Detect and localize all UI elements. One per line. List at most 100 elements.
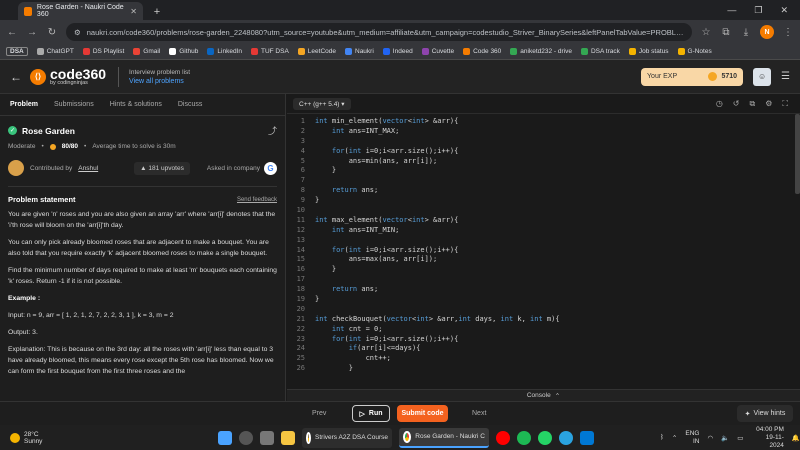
- bookmark-favicon-icon: [36, 48, 44, 55]
- extensions-icon[interactable]: ⧉: [720, 27, 732, 38]
- bookmark-item[interactable]: Gmail: [133, 48, 160, 55]
- youtube-icon[interactable]: [496, 430, 510, 445]
- restore-icon[interactable]: ❐: [754, 5, 762, 16]
- code-line: 3: [287, 137, 800, 147]
- site-info-icon[interactable]: ⚙: [74, 28, 81, 37]
- submit-code-button[interactable]: Submit code: [397, 405, 448, 422]
- forward-icon[interactable]: →: [26, 27, 38, 38]
- prev-button[interactable]: Prev: [312, 410, 326, 417]
- timer-icon[interactable]: ◷: [716, 99, 723, 109]
- windows-start-icon[interactable]: [218, 430, 232, 445]
- back-arrow-icon[interactable]: ←: [10, 70, 30, 84]
- bookmark-favicon-icon: [207, 48, 215, 55]
- weather-widget[interactable]: 28°C Sunny: [0, 431, 42, 445]
- vscode-icon[interactable]: [580, 430, 594, 445]
- console-toggle[interactable]: Console ⌃: [287, 389, 800, 401]
- wifi-icon[interactable]: ◠: [707, 434, 713, 442]
- profile-avatar[interactable]: N: [760, 25, 774, 39]
- bookmark-item[interactable]: Naukri: [345, 48, 374, 55]
- code-area[interactable]: 1 int min_element(vector<int> &arr){2 int…: [287, 114, 800, 374]
- bookmark-item[interactable]: Github: [169, 48, 198, 55]
- tab-submissions[interactable]: Submissions: [54, 101, 94, 108]
- battery-icon[interactable]: ▭: [737, 434, 743, 442]
- statement-paragraph: Find the minimum number of days required…: [8, 267, 277, 285]
- language-select[interactable]: C++ (g++ 5.4) ▾: [293, 97, 351, 110]
- tray-chevron-icon[interactable]: ⌃: [672, 434, 677, 442]
- code-text: int checkBouquet(vector<int> &arr,int da…: [315, 314, 560, 323]
- tab-discuss[interactable]: Discuss: [178, 101, 203, 108]
- bookmark-item[interactable]: Indeed: [382, 48, 413, 55]
- bookmark-label: LeetCode: [307, 48, 336, 55]
- code-text: }: [315, 295, 320, 304]
- language-indicator[interactable]: ENG IN: [685, 430, 699, 446]
- settings-icon[interactable]: ⚙: [765, 99, 772, 109]
- bluetooth-icon[interactable]: ᛒ: [660, 434, 664, 441]
- temperature: 28°C: [24, 430, 39, 438]
- bookmark-item[interactable]: LinkedIn: [207, 48, 242, 55]
- next-button[interactable]: Next: [472, 410, 486, 417]
- line-number: 23: [296, 334, 305, 343]
- whatsapp-icon[interactable]: [538, 430, 552, 445]
- telegram-icon[interactable]: [559, 430, 573, 445]
- task-view-icon[interactable]: [260, 430, 274, 445]
- browser-menu-icon[interactable]: ⋮: [782, 27, 794, 38]
- back-icon[interactable]: ←: [6, 27, 18, 38]
- code360-logo[interactable]: ⟨⟩ code360 by codingninjas: [30, 67, 106, 86]
- bookmark-favicon-icon: [297, 48, 305, 55]
- taskbar-chrome-rose-garden[interactable]: Rose Garden - Naukri C: [399, 427, 489, 448]
- bookmark-item[interactable]: Code 360: [463, 48, 501, 55]
- code-line: 18 return ans;: [287, 285, 800, 295]
- line-number: 22: [296, 324, 305, 333]
- interview-list-label: Interview problem list: [129, 68, 191, 76]
- upvote-button[interactable]: ▲ 181 upvotes: [134, 161, 190, 175]
- search-icon[interactable]: [239, 430, 253, 445]
- bookmark-item[interactable]: Job status: [628, 48, 669, 55]
- bookmark-item[interactable]: DSA: [6, 47, 28, 56]
- taskbar-chrome-striver[interactable]: Strivers A2Z DSA Course: [302, 427, 392, 448]
- fullscreen-icon[interactable]: ⛶: [782, 99, 788, 109]
- bookmark-item[interactable]: Cuvette: [421, 48, 454, 55]
- code-line: 14 for(int i=0;i<arr.size();i++){: [287, 246, 800, 256]
- notification-icon[interactable]: 🔔: [792, 434, 800, 442]
- clock[interactable]: 04:00 PM 19-11-2024: [751, 426, 784, 450]
- close-tab-icon[interactable]: ✕: [130, 7, 137, 16]
- author-link[interactable]: Anshul: [78, 165, 98, 172]
- bookmark-item[interactable]: aniketd232 - drive: [510, 48, 572, 55]
- send-feedback-link[interactable]: Send feedback: [237, 197, 277, 203]
- bookmark-item[interactable]: TUF DSA: [250, 48, 289, 55]
- tab-hints-solutions[interactable]: Hints & solutions: [110, 101, 162, 108]
- browser-tab[interactable]: Rose Garden - Naukri Code 360 ✕: [18, 2, 143, 20]
- editor-toolbar: C++ (g++ 5.4) ▾ ◷ ↺ ⧉ ⚙ ⛶: [287, 94, 800, 114]
- code-line: 9}: [287, 196, 800, 206]
- run-button[interactable]: ▷ Run: [352, 405, 390, 422]
- volume-icon[interactable]: 🔈: [721, 434, 729, 442]
- view-all-problems-link[interactable]: View all problems: [129, 77, 190, 86]
- bookmark-star-icon[interactable]: ☆: [700, 27, 712, 38]
- tab-problem[interactable]: Problem: [10, 101, 38, 108]
- reload-icon[interactable]: ↻: [46, 27, 58, 38]
- view-hints-button[interactable]: ✦ View hints: [737, 405, 793, 422]
- share-icon[interactable]: ⤴: [268, 124, 277, 137]
- hamburger-menu-icon[interactable]: ☰: [781, 71, 790, 82]
- download-icon[interactable]: ⤓: [740, 27, 752, 38]
- minimize-icon[interactable]: —: [727, 5, 736, 15]
- google-logo-icon[interactable]: G: [264, 161, 277, 175]
- copy-icon[interactable]: ⧉: [750, 99, 756, 109]
- bookmark-item[interactable]: G-Notes: [677, 48, 712, 55]
- user-avatar[interactable]: ☺: [753, 67, 772, 86]
- file-explorer-icon[interactable]: [281, 430, 295, 445]
- bookmark-item[interactable]: DSA track: [580, 48, 620, 55]
- code-text: }: [315, 265, 337, 274]
- new-tab-button[interactable]: +: [149, 4, 165, 20]
- close-window-icon[interactable]: ✕: [780, 5, 788, 16]
- url-input[interactable]: ⚙ naukri.com/code360/problems/rose-garde…: [66, 23, 692, 41]
- spotify-icon[interactable]: [517, 430, 531, 445]
- exp-badge[interactable]: Your EXP 5710: [641, 67, 744, 86]
- bookmark-item[interactable]: LeetCode: [297, 48, 336, 55]
- reset-icon[interactable]: ↺: [733, 99, 740, 109]
- bookmark-item[interactable]: ChatGPT: [36, 48, 74, 55]
- code-editor[interactable]: C++ (g++ 5.4) ▾ ◷ ↺ ⧉ ⚙ ⛶ 1 int min_eleme…: [287, 94, 800, 389]
- bookmark-item[interactable]: DS Playlist: [82, 48, 124, 55]
- editor-scrollbar[interactable]: [795, 114, 800, 194]
- bookmark-label: TUF DSA: [260, 48, 289, 55]
